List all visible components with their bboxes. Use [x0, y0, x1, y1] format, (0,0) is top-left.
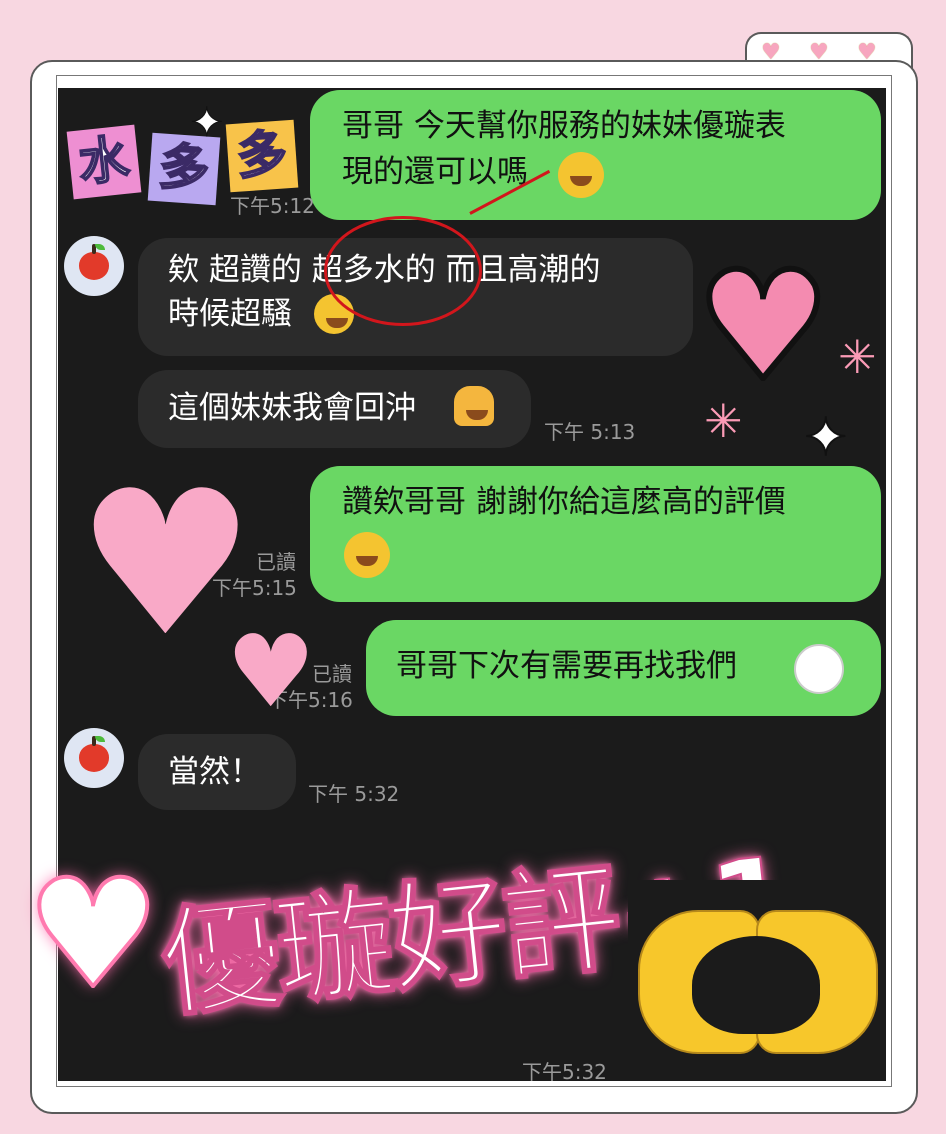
message-bubble-incoming[interactable]: 這個妹妹我會回沖	[138, 370, 531, 448]
heart-hands-icon	[628, 880, 884, 1058]
apple-icon	[79, 252, 109, 280]
message-text: 這個妹妹我會回沖	[168, 390, 416, 426]
apple-icon	[79, 744, 109, 772]
apple-leaf	[95, 244, 105, 250]
message-time: 下午5:32	[522, 1060, 607, 1081]
avatar[interactable]	[64, 236, 124, 296]
heart-icon: ♥	[693, 240, 834, 414]
message-text: 時候超騷	[168, 296, 292, 332]
heart-gap	[692, 936, 820, 1034]
read-receipt: 已讀	[256, 550, 296, 574]
message-text: 讚欸哥哥 謝謝你給這麼高的評價	[342, 484, 786, 520]
message-bubble-outgoing[interactable]: 哥哥下次有需要再找我們	[366, 620, 881, 716]
crying-face-icon	[344, 532, 390, 578]
sparkle-icon: ✦	[803, 407, 849, 469]
message-bubble-outgoing[interactable]: 哥哥 今天幫你服務的妹妹優璇表 現的還可以嗎	[310, 90, 881, 220]
message-bubble-incoming[interactable]: 當然！	[138, 734, 296, 810]
apple-leaf	[95, 736, 105, 742]
sparkle-icon: ✦	[190, 100, 225, 147]
message-text: 當然！	[168, 754, 261, 790]
message-bubble-outgoing[interactable]: 讚欸哥哥 謝謝你給這麼高的評價	[310, 466, 881, 602]
heart-icon: ♥	[226, 613, 316, 730]
sticker-tag: 水	[66, 124, 142, 200]
sparkle-icon: ✳	[838, 330, 877, 384]
message-text: 哥哥 今天幫你服務的妹妹優璇表	[342, 108, 786, 144]
message-time: 下午 5:13	[544, 420, 636, 444]
message-time: 下午 5:32	[308, 782, 400, 806]
annotation-circle	[324, 216, 482, 326]
message-text: 哥哥下次有需要再找我們	[396, 648, 737, 684]
thumbs-up-icon	[454, 386, 494, 426]
message-text: 現的還可以嗎	[342, 154, 528, 190]
pleading-face-icon	[794, 644, 844, 694]
heart-icon: ♥	[24, 848, 162, 1022]
read-receipt: 已讀	[312, 662, 352, 686]
crying-face-icon	[558, 152, 604, 198]
message-time: 下午5:12	[230, 194, 315, 218]
sparkle-icon: ✳	[704, 394, 743, 448]
sticker-tag: 多	[225, 119, 299, 193]
avatar[interactable]	[64, 728, 124, 788]
